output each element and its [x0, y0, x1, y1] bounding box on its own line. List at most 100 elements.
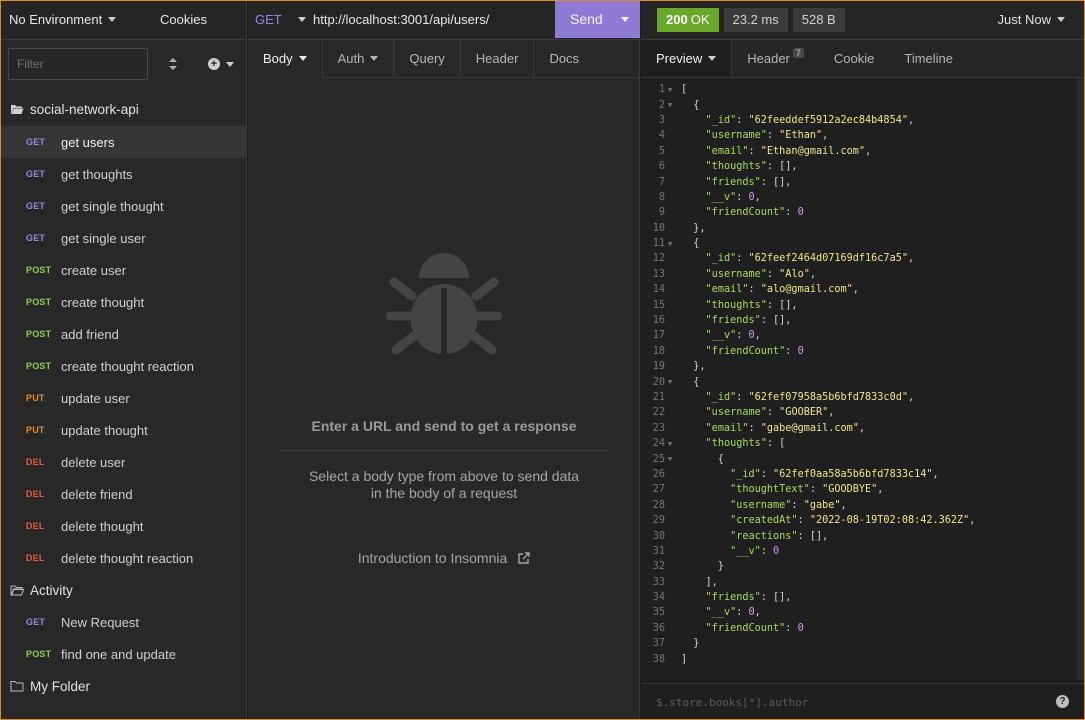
scrollbar[interactable] — [1077, 78, 1085, 680]
status-text: OK — [690, 12, 710, 27]
fold-toggle-icon[interactable]: ▼ — [668, 101, 681, 109]
tab-auth[interactable]: Auth — [323, 40, 395, 77]
sidebar-request-item[interactable]: GET New Request — [0, 606, 246, 638]
fold-toggle-icon[interactable]: ▼ — [668, 455, 681, 463]
line-number: 17 — [652, 330, 665, 342]
code-token: : — [791, 499, 804, 511]
tab-body[interactable]: Body — [248, 40, 323, 78]
add-request-button[interactable]: + — [208, 58, 234, 70]
filter-input[interactable]: Filter — [8, 48, 148, 80]
request-method-badge: DEL — [26, 521, 45, 531]
tab-response-header[interactable]: Header 7 — [732, 40, 819, 77]
fold-toggle-icon[interactable]: ▼ — [668, 440, 681, 448]
divider — [280, 450, 608, 451]
request-name: create thought reaction — [61, 358, 194, 374]
sidebar-request-item[interactable]: PUT update thought — [0, 414, 246, 446]
history-dropdown[interactable]: Just Now — [998, 12, 1065, 27]
code-token: : — [785, 345, 798, 357]
fold-toggle-icon[interactable]: ▼ — [668, 240, 681, 248]
sidebar-request-item[interactable]: GET get thoughts — [0, 158, 246, 190]
sidebar-request-item[interactable]: DEL delete thought — [0, 510, 246, 542]
code-token: : — [736, 191, 749, 203]
url-input[interactable]: http://localhost:3001/api/users/ — [313, 12, 563, 27]
status-badge: 200 OK — [657, 7, 719, 32]
code-token: "username" — [730, 499, 792, 511]
code-token: , — [754, 191, 761, 203]
fold-toggle-icon[interactable]: ▼ — [668, 86, 681, 94]
activity-folder[interactable]: Activity — [0, 574, 246, 606]
sort-icon[interactable] — [168, 56, 178, 72]
tab-timeline[interactable]: Timeline — [889, 40, 968, 77]
code-token: }, — [681, 222, 706, 234]
code-token: "email" — [705, 145, 749, 157]
code-token: } — [681, 638, 700, 650]
code-token: : — [766, 130, 780, 142]
request-name: get thoughts — [61, 166, 133, 182]
request-name: add friend — [61, 326, 119, 342]
line-number: 36 — [652, 622, 665, 634]
tab-preview[interactable]: Preview — [641, 40, 733, 77]
code-token: 0 — [773, 545, 780, 557]
code-token: "friendCount" — [705, 622, 786, 634]
tab-docs-label: Docs — [549, 51, 580, 66]
request-name: get users — [61, 134, 115, 150]
sidebar-request-item[interactable]: POST create thought reaction — [0, 350, 246, 382]
sidebar-request-item[interactable]: POST create thought — [0, 286, 246, 318]
my-folder-name: My Folder — [30, 678, 91, 694]
code-token: : [ — [766, 438, 786, 450]
sidebar-request-item[interactable]: PUT update user — [0, 382, 246, 414]
request-name: update thought — [61, 422, 148, 438]
tab-cookie[interactable]: Cookie — [819, 40, 889, 77]
sidebar-request-item[interactable]: POST create user — [0, 254, 246, 286]
send-button[interactable]: Send — [555, 0, 640, 38]
line-number: 32 — [652, 561, 665, 573]
tab-header[interactable]: Header — [461, 40, 535, 77]
cookies-button[interactable]: Cookies — [147, 12, 207, 27]
collection-folder[interactable]: social-network-api — [0, 92, 246, 126]
code-token: } — [681, 561, 724, 573]
code-token: : [], — [797, 530, 829, 542]
code-token: : — [736, 253, 749, 265]
tab-preview-label: Preview — [656, 51, 703, 66]
help-icon[interactable]: ? — [1056, 695, 1069, 708]
code-line: 32 } — [641, 559, 1077, 574]
sidebar-request-item[interactable]: DEL delete user — [0, 446, 246, 478]
code-token: "email" — [705, 284, 749, 296]
line-number: 24 — [652, 438, 665, 450]
code-token: : [], — [760, 315, 792, 327]
sidebar-request-item[interactable]: DEL delete thought reaction — [0, 542, 246, 574]
chevron-down-icon[interactable] — [621, 16, 629, 22]
line-number: 4 — [658, 130, 665, 142]
request-method-badge: PUT — [26, 425, 45, 435]
request-method-badge: DEL — [26, 489, 45, 499]
tab-docs[interactable]: Docs — [534, 40, 594, 77]
response-filter-input[interactable]: $.store.books[*].author — [656, 696, 808, 709]
code-line: 14 "email": "alo@gmail.com", — [641, 282, 1077, 297]
line-number: 33 — [652, 576, 665, 588]
code-token: "friends" — [705, 315, 761, 327]
sidebar-request-item[interactable]: DEL delete friend — [0, 478, 246, 510]
fold-toggle-icon[interactable]: ▼ — [668, 378, 681, 386]
line-number: 21 — [652, 392, 665, 403]
tab-query[interactable]: Query — [394, 40, 461, 77]
sidebar-request-item[interactable]: POST find one and update — [0, 638, 246, 670]
line-number: 11 — [652, 238, 665, 250]
method-selector[interactable]: GET — [248, 12, 298, 27]
chevron-down-icon — [1057, 17, 1065, 22]
sidebar-request-item[interactable]: GET get users — [0, 126, 246, 158]
sidebar-request-item[interactable]: GET get single thought — [0, 190, 246, 222]
code-token: : [], — [766, 161, 798, 173]
response-body-viewer[interactable]: 1 ▼[2 ▼ {3 "_id": "62feeddef5912a2ec84b485… — [641, 82, 1077, 667]
environment-selector[interactable]: No Environment — [0, 0, 147, 40]
chevron-down-icon — [370, 56, 379, 61]
my-folder[interactable]: My Folder — [0, 670, 246, 702]
sidebar-request-item[interactable]: POST add friend — [0, 318, 246, 350]
intro-link[interactable]: Introduction to Insomnia — [248, 550, 640, 566]
request-method-badge: PUT — [26, 393, 45, 403]
code-token: : — [809, 484, 823, 496]
chevron-down-icon[interactable] — [298, 17, 306, 22]
sidebar-request-item[interactable]: GET get single user — [0, 222, 246, 254]
code-line: 1 ▼[ — [641, 82, 1077, 97]
